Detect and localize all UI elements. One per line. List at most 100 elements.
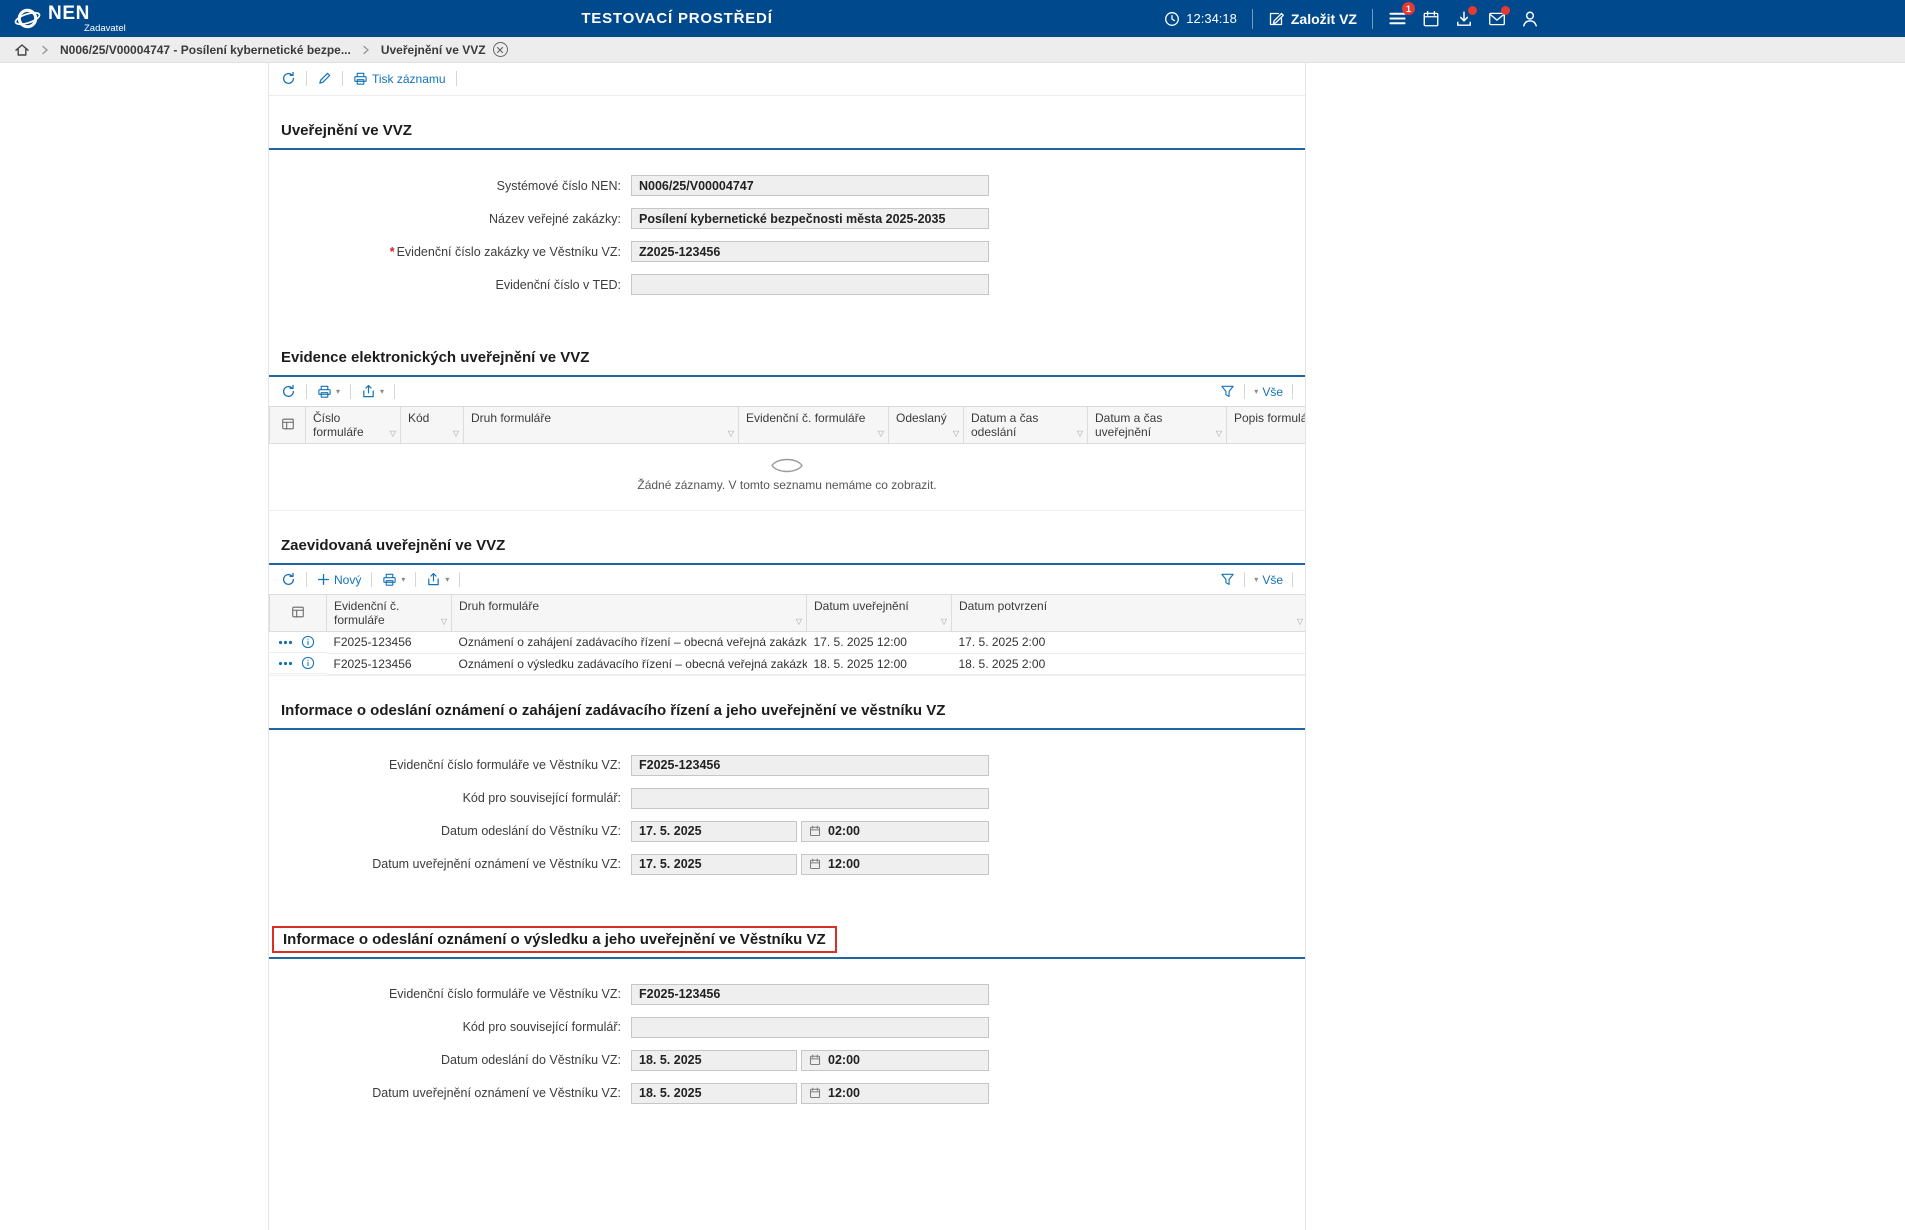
- nen-logo[interactable]: NEN Zadavatel: [14, 4, 126, 34]
- time-published-field[interactable]: 12:00: [801, 854, 989, 875]
- user-icon: [1521, 10, 1539, 28]
- time-sent-field[interactable]: 02:00: [801, 1050, 989, 1071]
- column-header[interactable]: Popis formuláře▽: [1227, 407, 1306, 444]
- close-tab-icon[interactable]: [493, 42, 508, 57]
- date-published-field[interactable]: 18. 5. 2025: [631, 1083, 797, 1104]
- printer-icon: [317, 384, 332, 399]
- date-published-field[interactable]: 17. 5. 2025: [631, 854, 797, 875]
- divider: [1292, 572, 1293, 587]
- home-button[interactable]: [14, 42, 30, 58]
- filter-button[interactable]: [1220, 572, 1235, 587]
- calendar-small-icon[interactable]: [809, 1054, 821, 1066]
- filter-caret-icon[interactable]: ▽: [728, 429, 734, 438]
- breadcrumb-item-current[interactable]: Uveřejnění ve VVZ: [381, 42, 508, 57]
- table-row[interactable]: F2025-123456 Oznámení o zahájení zadávac…: [270, 632, 1306, 654]
- record-toolbar: Tisk záznamu: [269, 63, 1305, 96]
- field-label: Název veřejné zakázky:: [269, 212, 631, 226]
- filter-caret-icon[interactable]: ▽: [441, 617, 447, 626]
- info-icon[interactable]: [301, 635, 315, 649]
- home-icon: [14, 42, 30, 58]
- section-title: Evidence elektronických uveřejnění ve VV…: [269, 345, 1305, 377]
- view-all-button[interactable]: ▾ Vše: [1254, 573, 1283, 587]
- view-all-button[interactable]: ▾ Vše: [1254, 385, 1283, 399]
- filter-button[interactable]: [1220, 384, 1235, 399]
- vvz-number-field[interactable]: Z2025-123456: [631, 241, 989, 262]
- column-header[interactable]: Datum potvrzení▽: [952, 595, 1306, 632]
- column-header[interactable]: Druh formuláře▽: [464, 407, 739, 444]
- section-detail: Uveřejnění ve VVZ Systémové číslo NEN: N…: [269, 118, 1305, 323]
- divider: [342, 71, 343, 86]
- calendar-small-icon[interactable]: [809, 858, 821, 870]
- filter-caret-icon[interactable]: ▽: [878, 429, 884, 438]
- field-label: Datum uveřejnění oznámení ve Věstníku VZ…: [269, 1086, 631, 1100]
- contract-name-field[interactable]: Posílení kybernetické bezpečnosti města …: [631, 208, 989, 229]
- calendar-small-icon[interactable]: [809, 1087, 821, 1099]
- related-form-code-field[interactable]: [631, 1017, 989, 1038]
- filter-caret-icon[interactable]: ▽: [390, 429, 396, 438]
- form-number-field[interactable]: F2025-123456: [631, 984, 989, 1005]
- filter-caret-icon[interactable]: ▽: [941, 617, 947, 626]
- column-header[interactable]: Evidenční č. formuláře▽: [327, 595, 452, 632]
- filter-caret-icon[interactable]: ▽: [1216, 429, 1222, 438]
- export-icon: [361, 384, 376, 399]
- info-icon[interactable]: [301, 656, 315, 670]
- row-menu-icon[interactable]: [278, 660, 293, 667]
- calendar-small-icon[interactable]: [809, 825, 821, 837]
- downloads-button[interactable]: [1455, 10, 1473, 28]
- time-sent-field[interactable]: 02:00: [801, 821, 989, 842]
- column-settings-header[interactable]: [270, 595, 327, 632]
- date-sent-field[interactable]: 17. 5. 2025: [631, 821, 797, 842]
- form-number-field[interactable]: F2025-123456: [631, 755, 989, 776]
- divider: [306, 572, 307, 587]
- column-header[interactable]: Číslo formuláře▽: [306, 407, 401, 444]
- column-header[interactable]: Druh formuláře▽: [452, 595, 807, 632]
- divider: [306, 71, 307, 86]
- divider: [1244, 572, 1245, 587]
- related-form-code-field[interactable]: [631, 788, 989, 809]
- column-header[interactable]: Datum uveřejnění▽: [807, 595, 952, 632]
- column-header[interactable]: Datum a čas odeslání▽: [964, 407, 1088, 444]
- column-settings-header[interactable]: [270, 407, 306, 444]
- plus-icon: [317, 573, 330, 586]
- filter-caret-icon[interactable]: ▽: [453, 429, 459, 438]
- field-value: 02:00: [828, 824, 860, 838]
- refresh-button[interactable]: [281, 384, 296, 399]
- field-value: F2025-123456: [639, 758, 720, 772]
- create-vz-label: Založit VZ: [1291, 11, 1357, 27]
- filter-caret-icon[interactable]: ▽: [796, 617, 802, 626]
- export-button[interactable]: ▾: [426, 572, 449, 587]
- user-button[interactable]: [1521, 10, 1539, 28]
- filter-caret-icon[interactable]: ▽: [1077, 429, 1083, 438]
- refresh-button[interactable]: [281, 71, 296, 86]
- create-vz-button[interactable]: Založit VZ: [1268, 11, 1357, 27]
- column-header[interactable]: Evidenční č. formuláře▽: [739, 407, 889, 444]
- filter-caret-icon[interactable]: ▽: [1297, 617, 1303, 626]
- print-button[interactable]: ▾: [382, 572, 405, 587]
- new-record-button[interactable]: Nový: [317, 573, 361, 587]
- print-button[interactable]: ▾: [317, 384, 340, 399]
- table-row[interactable]: F2025-123456 Oznámení o výsledku zadávac…: [270, 653, 1306, 674]
- edit-record-button[interactable]: [317, 71, 332, 86]
- field-label: Evidenční číslo formuláře ve Věstníku VZ…: [269, 987, 631, 1001]
- divider: [1372, 9, 1373, 29]
- column-header[interactable]: Odeslaný▽: [889, 407, 964, 444]
- calendar-button[interactable]: [1422, 10, 1440, 28]
- menu-button[interactable]: 1: [1388, 9, 1407, 28]
- time-published-field[interactable]: 12:00: [801, 1083, 989, 1104]
- print-record-button[interactable]: Tisk záznamu: [353, 71, 446, 86]
- date-sent-field[interactable]: 18. 5. 2025: [631, 1050, 797, 1071]
- required-marker: *: [390, 245, 395, 259]
- messages-button[interactable]: [1488, 10, 1506, 28]
- filter-caret-icon[interactable]: ▽: [953, 429, 959, 438]
- column-header[interactable]: Kód▽: [401, 407, 464, 444]
- refresh-button[interactable]: [281, 572, 296, 587]
- detail-form: Systémové číslo NEN: N006/25/V00004747 N…: [269, 150, 1305, 323]
- column-header[interactable]: Datum a čas uveřejnění▽: [1088, 407, 1227, 444]
- breadcrumb-item-vz[interactable]: N006/25/V00004747 - Posílení kybernetick…: [60, 43, 351, 57]
- row-menu-icon[interactable]: [278, 639, 293, 646]
- export-button[interactable]: ▾: [361, 384, 384, 399]
- ted-number-field[interactable]: [631, 274, 989, 295]
- field-label: *Evidenční číslo zakázky ve Věstníku VZ:: [269, 245, 631, 259]
- system-number-field[interactable]: N006/25/V00004747: [631, 175, 989, 196]
- field-label: Datum odeslání do Věstníku VZ:: [269, 824, 631, 838]
